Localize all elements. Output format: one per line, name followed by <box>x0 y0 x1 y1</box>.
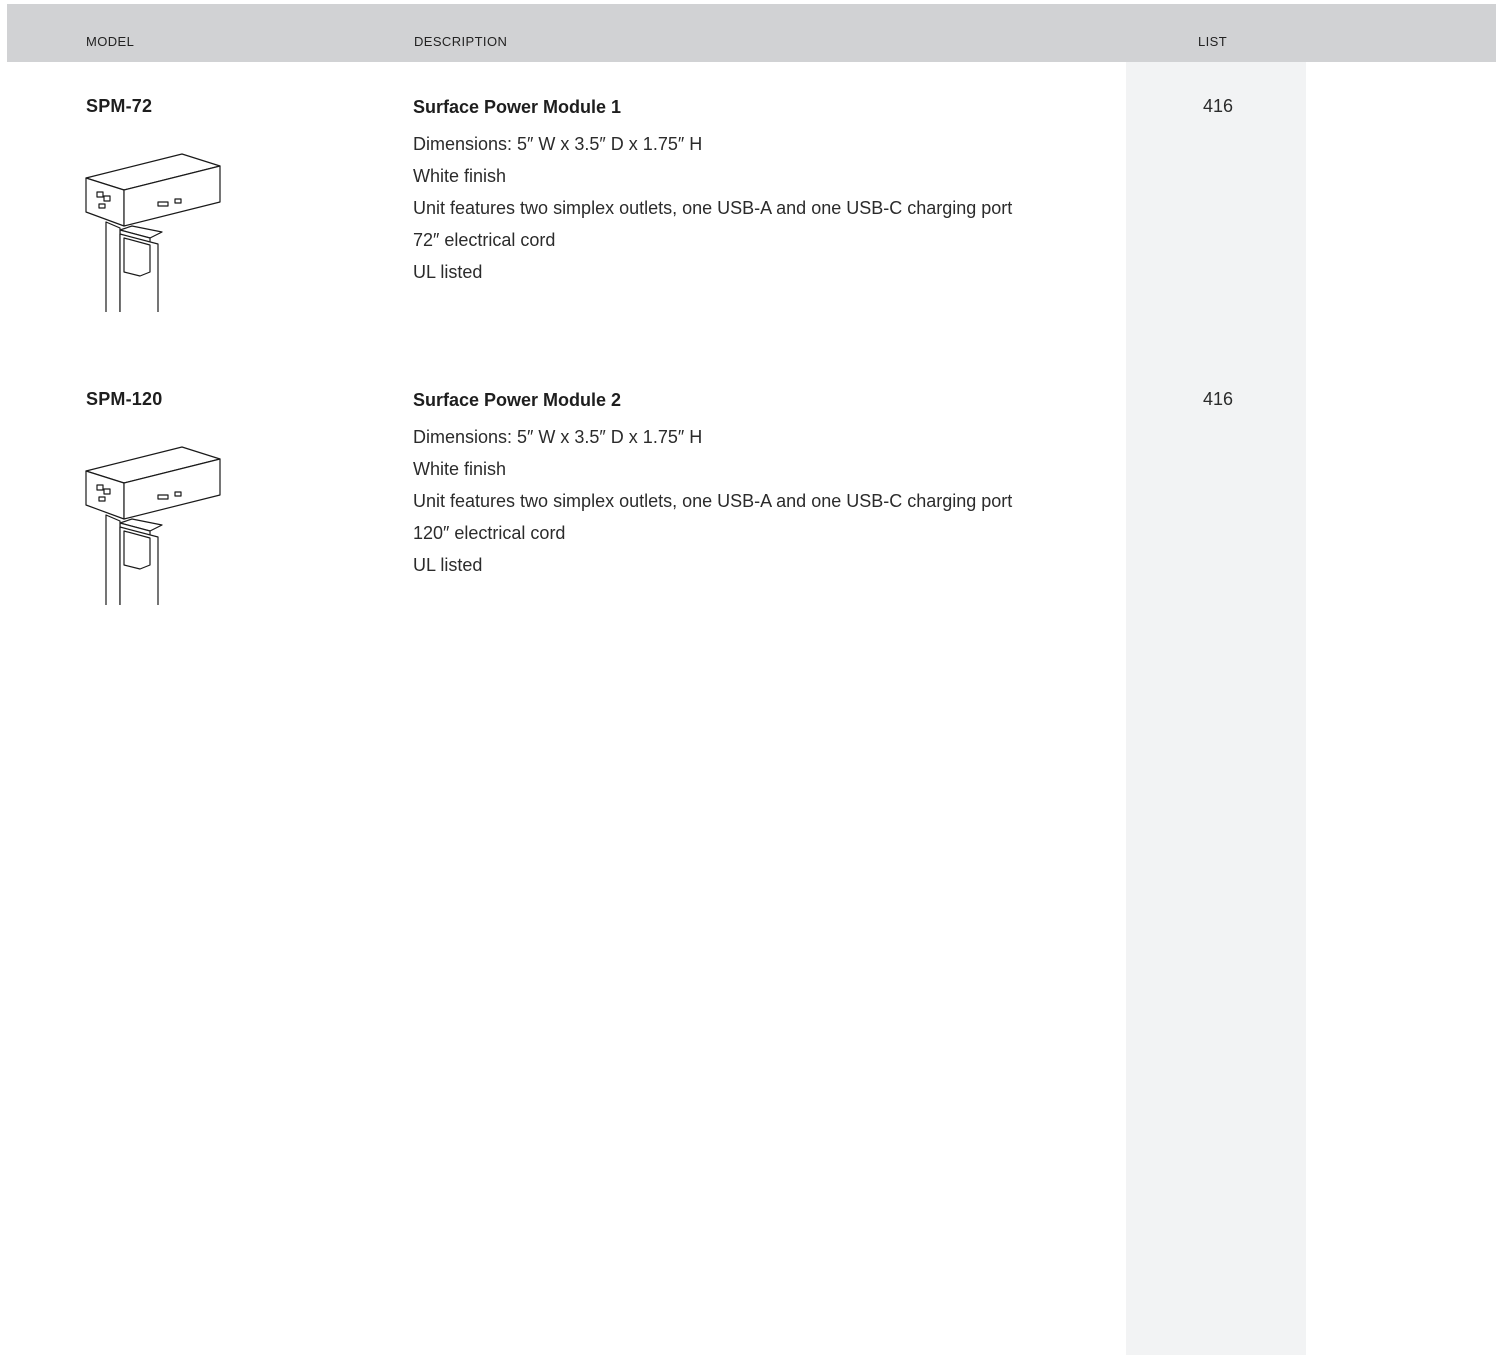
price-list-page: MODEL DESCRIPTION LIST SPM-72 Surface Po… <box>0 0 1496 1355</box>
spec-dimensions: Dimensions: 5″ W x 3.5″ D x 1.75″ H <box>413 134 703 154</box>
product-title: Surface Power Module 1 <box>413 97 622 117</box>
column-header-list: LIST <box>1198 34 1228 49</box>
spec-finish: White finish <box>413 459 507 479</box>
product-row: SPM-120 Surface Power Module 2 Dimension… <box>0 389 1496 629</box>
list-price: 416 <box>1203 389 1234 409</box>
product-description: Surface Power Module 2 Dimensions: 5″ W … <box>413 389 1113 581</box>
spec-cord: 120″ electrical cord <box>413 523 566 543</box>
product-description: Surface Power Module 1 Dimensions: 5″ W … <box>413 96 1113 288</box>
table-header <box>7 4 1496 62</box>
spec-listing: UL listed <box>413 262 483 282</box>
column-header-model: MODEL <box>86 34 135 49</box>
column-header-description: DESCRIPTION <box>414 34 508 49</box>
spec-listing: UL listed <box>413 555 483 575</box>
spec-features: Unit features two simplex outlets, one U… <box>413 198 1013 218</box>
power-module-image <box>85 446 221 605</box>
model-code: SPM-120 <box>86 389 163 409</box>
spec-dimensions: Dimensions: 5″ W x 3.5″ D x 1.75″ H <box>413 427 703 447</box>
spec-cord: 72″ electrical cord <box>413 230 556 250</box>
power-module-image <box>85 153 221 312</box>
spec-finish: White finish <box>413 166 507 186</box>
spec-features: Unit features two simplex outlets, one U… <box>413 491 1013 511</box>
product-row: SPM-72 Surface Power Module 1 Dimensions… <box>0 96 1496 336</box>
model-code: SPM-72 <box>86 96 153 116</box>
product-title: Surface Power Module 2 <box>413 390 622 410</box>
list-price: 416 <box>1203 96 1234 116</box>
